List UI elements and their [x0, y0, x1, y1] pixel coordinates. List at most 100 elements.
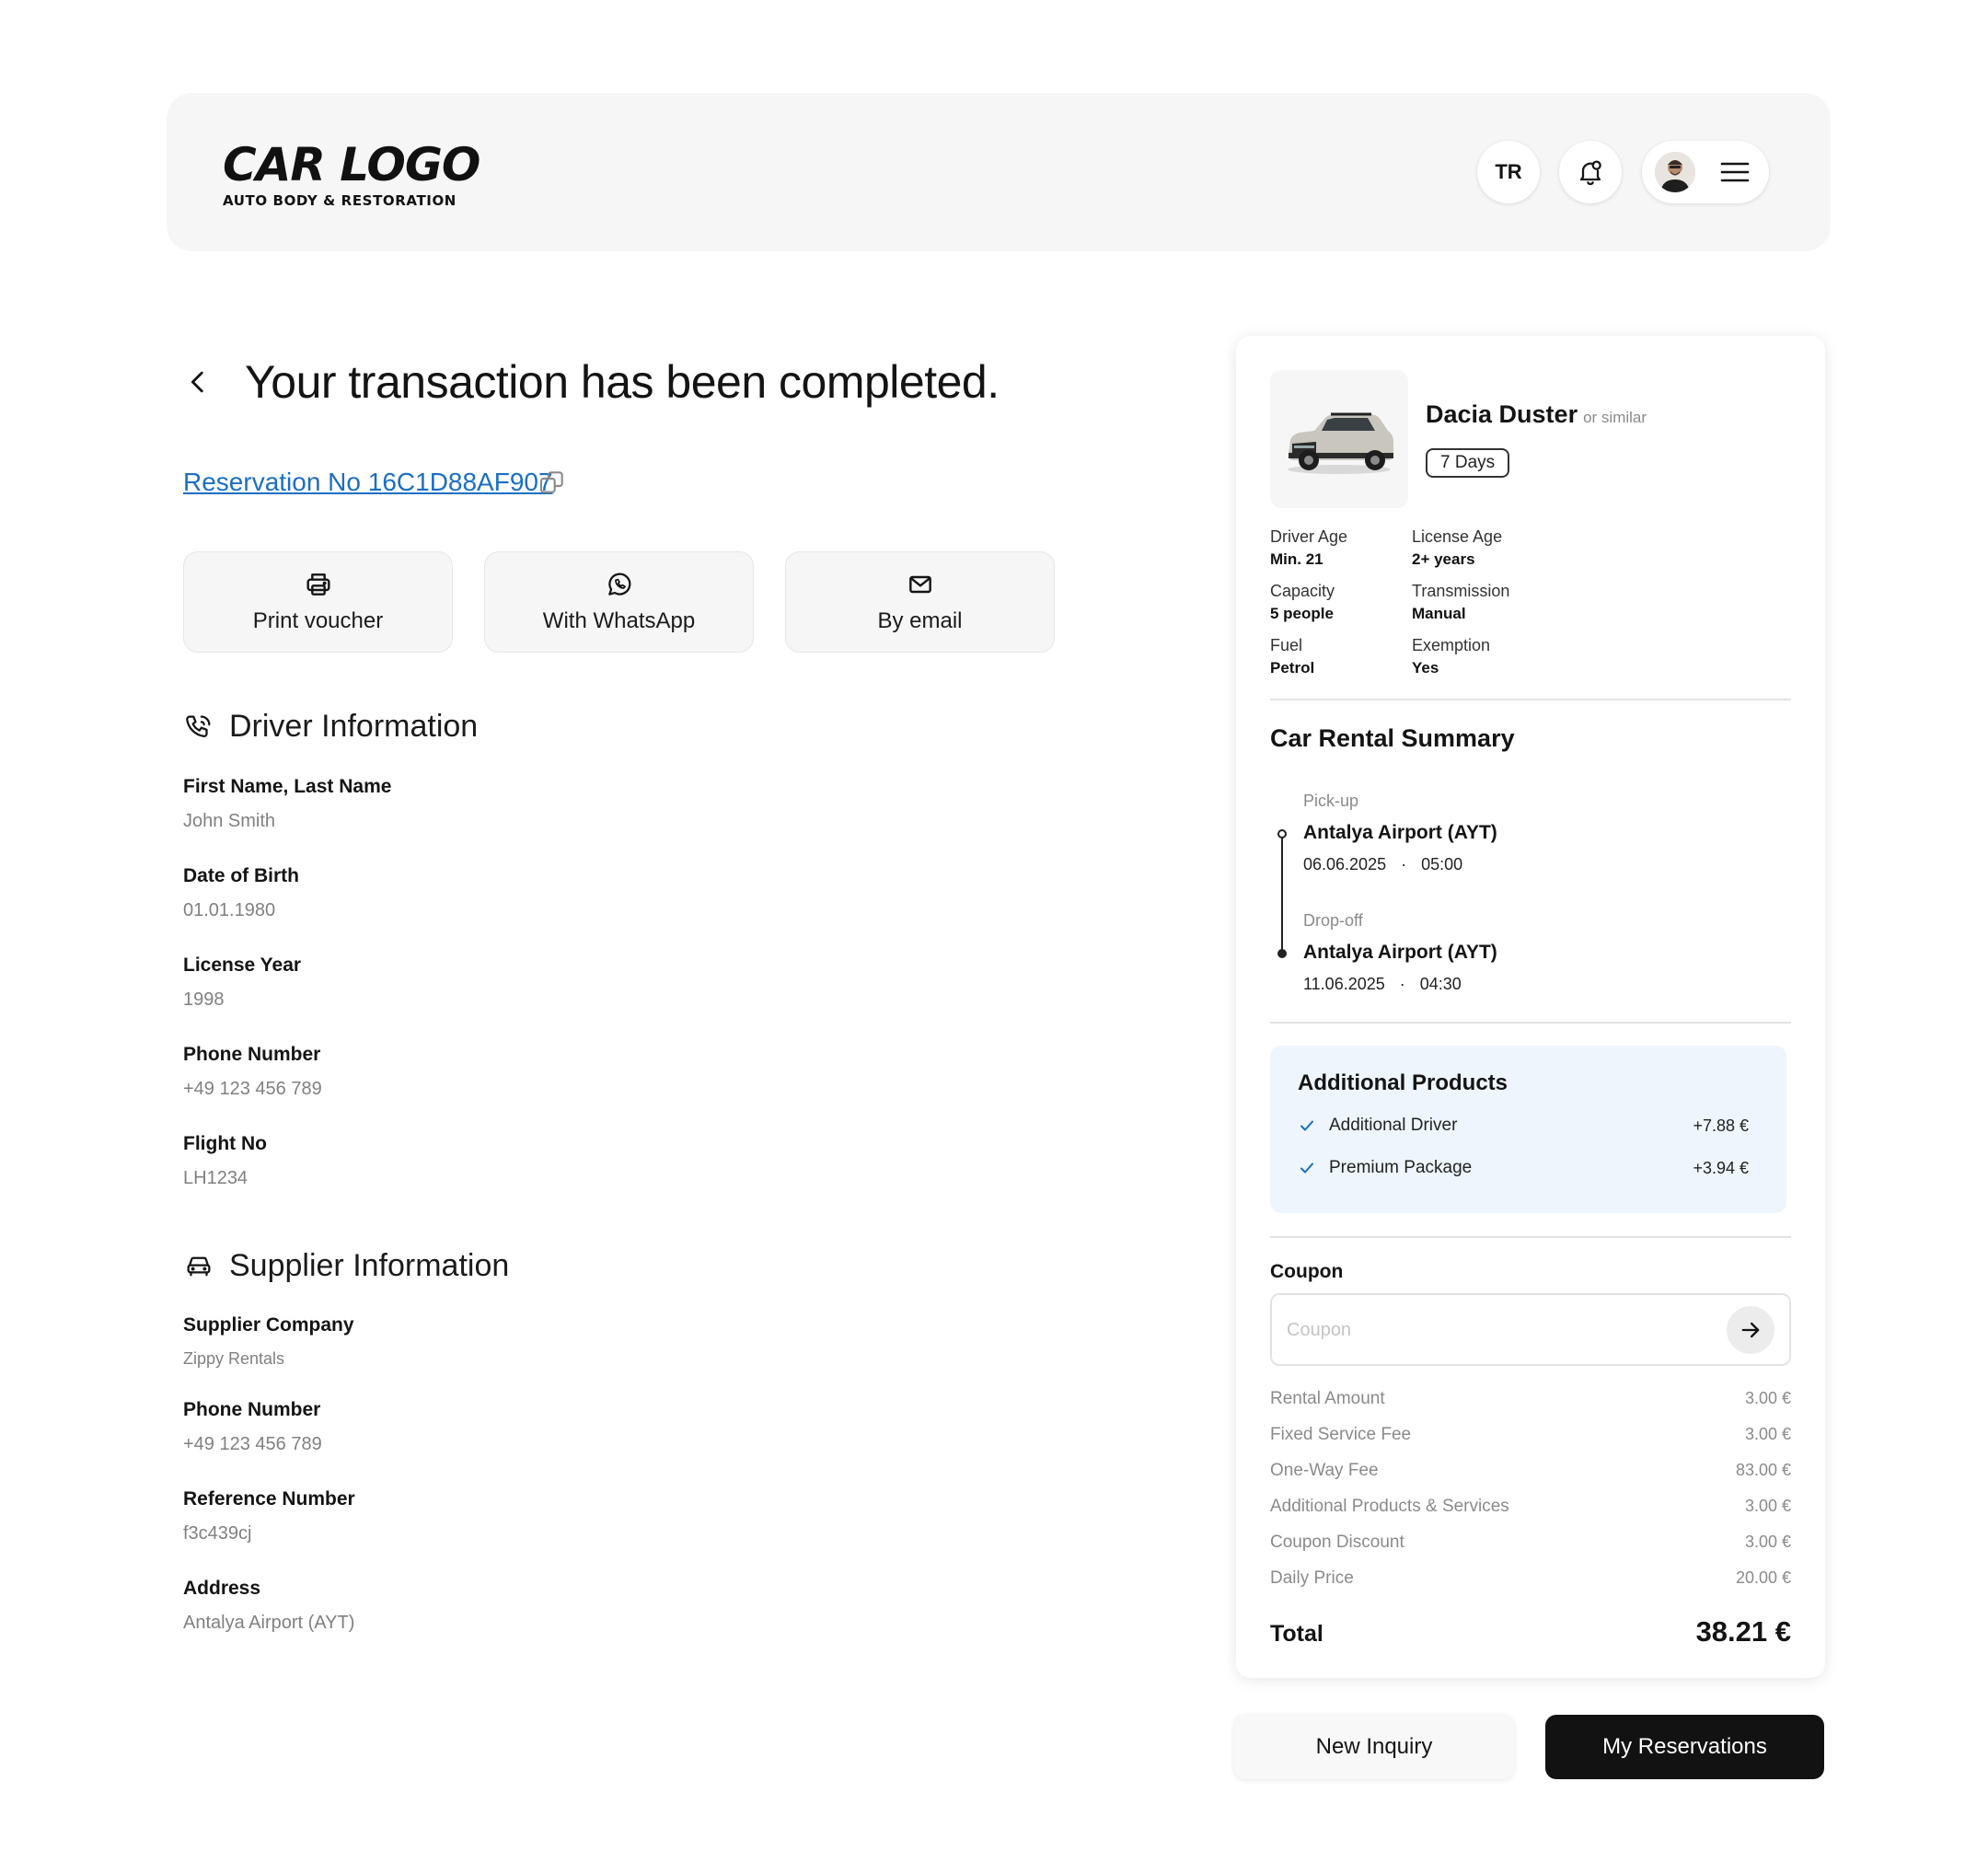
driver-field-dob: Date of Birth 01.01.1980	[183, 865, 299, 921]
driver-field-phone: Phone Number +49 123 456 789	[183, 1044, 322, 1100]
total-amount: 38.21 €	[1695, 1615, 1791, 1648]
pickup-location: Antalya Airport (AYT)	[1303, 822, 1497, 843]
additional-products-title: Additional Products	[1298, 1070, 1508, 1095]
supplier-information-heading: Supplier Information	[183, 1248, 509, 1284]
product-name: Additional Driver	[1329, 1116, 1458, 1135]
check-icon	[1300, 1163, 1313, 1174]
field-value: f3c439cj	[183, 1523, 252, 1544]
back-chevron-icon[interactable]	[182, 366, 214, 398]
additional-product-row: Premium Package +3.94 €	[1298, 1158, 1749, 1178]
spec-value: Petrol	[1270, 659, 1315, 677]
whatsapp-icon	[607, 573, 630, 596]
price-value: 3.00 €	[1744, 1389, 1791, 1407]
field-value: +49 123 456 789	[183, 1079, 322, 1099]
email-label: By email	[877, 608, 963, 633]
reservation-number-link[interactable]: Reservation No 16C1D88AF907	[183, 468, 553, 497]
spec-label: Driver Age	[1270, 527, 1348, 546]
print-voucher-button[interactable]: Print voucher	[183, 551, 453, 653]
avatar-image	[1655, 152, 1695, 192]
field-value: Antalya Airport (AYT)	[183, 1613, 355, 1633]
dropoff-label: Drop-off	[1303, 911, 1363, 930]
product-name: Premium Package	[1329, 1158, 1473, 1177]
pickup-label: Pick-up	[1303, 792, 1359, 810]
new-inquiry-button[interactable]: New Inquiry	[1234, 1715, 1514, 1779]
spec-value: Yes	[1412, 659, 1439, 677]
spec-fuel: Fuel Petrol	[1270, 636, 1314, 677]
field-value: Zippy Rentals	[183, 1349, 285, 1368]
driver-information-heading: Driver Information	[183, 709, 478, 745]
coupon-input[interactable]	[1287, 1312, 1692, 1348]
top-header: CAR LOGO AUTO BODY & RESTORATION TR	[167, 93, 1831, 251]
price-row: Additional Products & Services 3.00 €	[1270, 1497, 1791, 1517]
field-label: Flight No	[183, 1133, 267, 1154]
product-price: +7.88 €	[1693, 1116, 1749, 1135]
field-label: First Name, Last Name	[183, 776, 392, 797]
product-price: +3.94 €	[1693, 1158, 1749, 1177]
my-reservations-button[interactable]: My Reservations	[1545, 1715, 1824, 1779]
field-value: John Smith	[183, 811, 276, 831]
driver-field-name: First Name, Last Name John Smith	[183, 776, 391, 832]
pickup-date: 06.06.2025	[1303, 855, 1387, 873]
user-menu-button[interactable]	[1642, 141, 1769, 203]
dropoff-datetime: 11.06.2025 · 04:30	[1303, 975, 1497, 994]
apply-coupon-button[interactable]	[1727, 1306, 1774, 1354]
print-voucher-label: Print voucher	[252, 608, 384, 633]
copy-icon[interactable]	[537, 468, 567, 497]
supplier-field-reference: Reference Number f3c439cj	[183, 1488, 355, 1544]
driver-information-title: Driver Information	[229, 709, 479, 744]
spec-value: 5 people	[1270, 605, 1334, 622]
check-icon	[1300, 1120, 1313, 1131]
notifications-button[interactable]	[1559, 141, 1622, 203]
field-label: Date of Birth	[183, 865, 299, 886]
price-row: One-Way Fee 83.00 €	[1270, 1461, 1791, 1481]
printer-icon	[306, 573, 330, 596]
supplier-information-title: Supplier Information	[229, 1248, 510, 1283]
price-label: Fixed Service Fee	[1270, 1425, 1412, 1444]
field-label: Reference Number	[183, 1488, 355, 1510]
divider	[1270, 699, 1791, 700]
price-label: Rental Amount	[1270, 1389, 1385, 1408]
price-row: Coupon Discount 3.00 €	[1270, 1533, 1791, 1553]
field-value: +49 123 456 789	[183, 1434, 322, 1454]
spec-label: Fuel	[1270, 636, 1303, 654]
phone-call-icon	[186, 715, 211, 737]
price-label: One-Way Fee	[1270, 1461, 1379, 1480]
supplier-field-address: Address Antalya Airport (AYT)	[183, 1578, 354, 1634]
car-icon	[187, 1256, 211, 1276]
pickup-time: 05:00	[1421, 855, 1463, 873]
spec-driver-age: Driver Age Min. 21	[1270, 527, 1347, 569]
car-rental-summary-title: Car Rental Summary	[1270, 724, 1515, 752]
total-label: Total	[1270, 1621, 1323, 1647]
email-share-button[interactable]: By email	[785, 551, 1055, 653]
supplier-field-company: Supplier Company Zippy Rentals	[183, 1314, 354, 1369]
dropoff-location: Antalya Airport (AYT)	[1303, 942, 1497, 963]
price-value: 3.00 €	[1744, 1425, 1791, 1443]
additional-products-panel: Additional Products Additional Driver +7…	[1270, 1046, 1786, 1213]
rental-duration-badge: 7 Days	[1426, 448, 1510, 478]
car-image	[1270, 370, 1408, 508]
price-value: 83.00 €	[1735, 1461, 1791, 1479]
coupon-field	[1270, 1293, 1791, 1366]
dropoff-date: 11.06.2025	[1303, 975, 1385, 993]
whatsapp-share-button[interactable]: With WhatsApp	[484, 551, 754, 653]
coupon-label: Coupon	[1270, 1261, 1344, 1282]
spec-value: Min. 21	[1270, 550, 1323, 568]
pickup-separator: ·	[1401, 855, 1407, 873]
supplier-field-phone: Phone Number +49 123 456 789	[183, 1399, 322, 1455]
bell-icon	[1579, 160, 1601, 186]
field-label: License Year	[183, 954, 302, 976]
language-button[interactable]: TR	[1477, 141, 1540, 203]
price-row: Rental Amount 3.00 €	[1270, 1389, 1791, 1409]
spec-license-age: License Age 2+ years	[1412, 527, 1502, 569]
arrow-right-icon	[1741, 1322, 1760, 1338]
car-similar-note: or similar	[1583, 409, 1647, 426]
pickup-info: Pick-up Antalya Airport (AYT) 06.06.2025…	[1303, 792, 1497, 874]
price-row: Daily Price 20.00 €	[1270, 1568, 1791, 1589]
divider	[1270, 1022, 1791, 1024]
field-label: Phone Number	[183, 1044, 321, 1065]
spec-label: Capacity	[1270, 582, 1335, 600]
price-row: Fixed Service Fee 3.00 €	[1270, 1425, 1791, 1445]
logo[interactable]: CAR LOGO AUTO BODY & RESTORATION	[223, 141, 480, 209]
car-model-name: Dacia Duster	[1426, 400, 1578, 428]
dropoff-info: Drop-off Antalya Airport (AYT) 11.06.202…	[1303, 911, 1497, 994]
